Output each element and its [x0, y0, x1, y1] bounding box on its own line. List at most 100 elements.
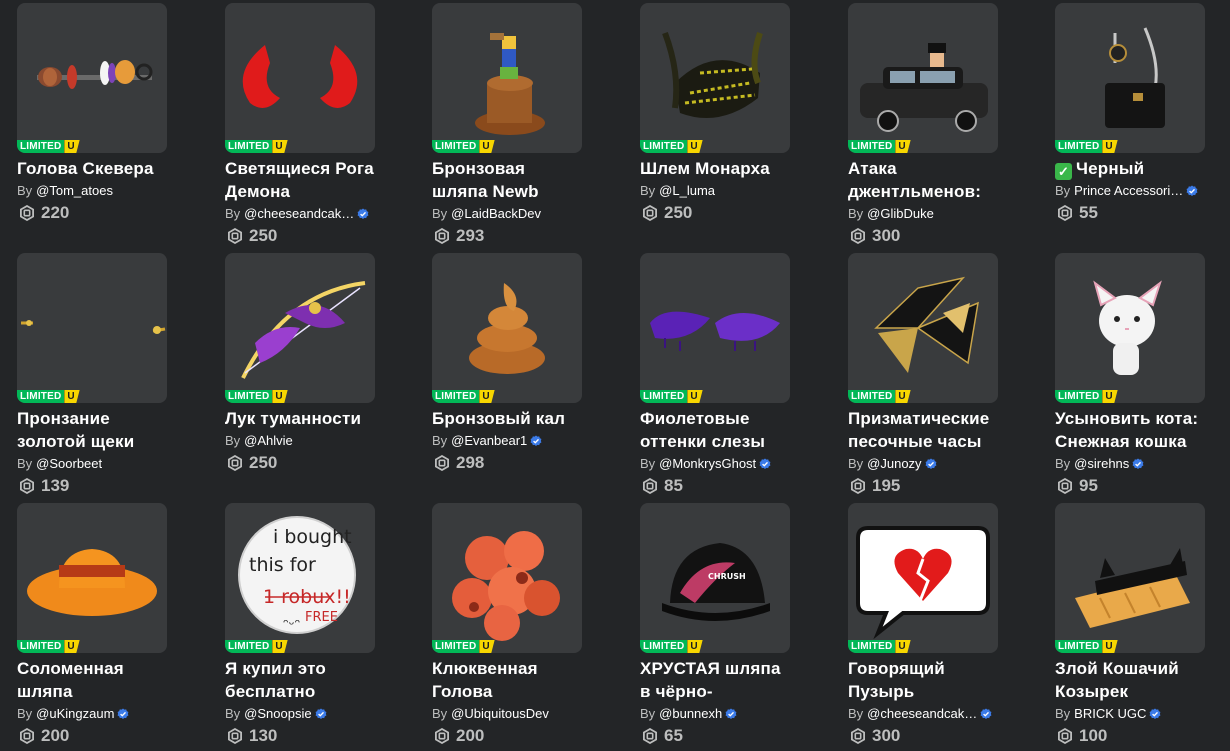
item-thumbnail[interactable]: LIMITED U [1055, 503, 1205, 653]
item-name[interactable]: Усыновить кота: Снежная кошка [1055, 407, 1205, 453]
robux-icon [434, 455, 450, 471]
catalog-item[interactable]: LIMITED U Клюквенная Голова By @Ubiquito… [432, 503, 582, 747]
catalog-item[interactable]: LIMITED U Призматические песочные часы B… [848, 253, 998, 497]
item-thumbnail[interactable]: i bought this for 1 robux!! FREE ᵔᵕᵔ LIM… [225, 503, 375, 653]
limited-badge: LIMITED U [1055, 140, 1118, 153]
item-name[interactable]: Атака джентльменов: [848, 157, 998, 203]
catalog-item[interactable]: LIMITED U Фиолетовые оттенки слезы By @M… [640, 253, 790, 497]
creator-name-link[interactable]: @Evanbear1 [451, 430, 527, 452]
item-thumbnail[interactable]: LIMITED U [432, 3, 582, 153]
item-thumbnail[interactable]: LIMITED U [17, 253, 167, 403]
item-creator: By @MonkrysGhost [640, 453, 790, 475]
catalog-item[interactable]: LIMITED U Говорящий Пузырь By @cheeseand… [848, 503, 998, 747]
item-thumbnail[interactable]: LIMITED U [225, 3, 375, 153]
nebula-bow-icon [241, 281, 366, 379]
catalog-item[interactable]: LIMITED U Пронзание золотой щеки By @Soo… [17, 253, 167, 497]
creator-name-link[interactable]: Prince Accessori… [1074, 180, 1183, 202]
item-price: 220 [17, 202, 167, 224]
item-name[interactable]: Лук туманности [225, 407, 375, 430]
creator-name-link[interactable]: @cheeseandcak… [867, 703, 977, 725]
robux-icon [850, 228, 866, 244]
item-name[interactable]: Голова Скевера [17, 157, 167, 180]
item-name[interactable]: Клюквенная Голова [432, 657, 582, 703]
verified-badge-icon [925, 458, 937, 470]
item-name[interactable]: Соломенная шляпа [17, 657, 167, 703]
item-name[interactable]: Бронзовая шляпа Newb [432, 157, 582, 203]
item-thumbnail[interactable]: LIMITED U [17, 3, 167, 153]
robux-icon [1057, 478, 1073, 494]
creator-name-link[interactable]: @UbiquitousDev [451, 703, 549, 725]
robux-icon [1057, 205, 1073, 221]
item-name[interactable]: ✓ Черный [1055, 157, 1205, 180]
item-price: 250 [225, 225, 375, 247]
item-thumbnail[interactable]: LIMITED U [848, 503, 998, 653]
creator-name-link[interactable]: @uKingzaum [36, 703, 114, 725]
catalog-grid: LIMITED U Голова Скевера By @Tom_atoes 2… [0, 0, 1230, 751]
creator-name-link[interactable]: @L_luma [659, 180, 715, 202]
limited-badge: LIMITED U [225, 390, 288, 403]
item-thumbnail[interactable]: LIMITED U [640, 253, 790, 403]
checkmark-icon: ✓ [1055, 163, 1072, 180]
item-thumbnail[interactable]: LIMITED U [640, 3, 790, 153]
catalog-item[interactable]: LIMITED U Атака джентльменов: By @GlibDu… [848, 3, 998, 247]
item-name[interactable]: Я купил это бесплатно [225, 657, 375, 703]
creator-name-link[interactable]: @Tom_atoes [36, 180, 113, 202]
svg-text:CHRUSH: CHRUSH [708, 572, 746, 581]
limited-badge: LIMITED U [17, 390, 80, 403]
catalog-item[interactable]: LIMITED U Лук туманности By @Ahlvie 250 [225, 253, 375, 474]
limited-badge: LIMITED U [17, 140, 80, 153]
item-thumbnail[interactable]: CHRUSH LIMITED U [640, 503, 790, 653]
item-thumbnail[interactable]: LIMITED U [432, 503, 582, 653]
item-thumbnail[interactable]: LIMITED U [17, 503, 167, 653]
item-name[interactable]: ХРУСТАЯ шляпа в чёрно- [640, 657, 790, 703]
item-thumbnail[interactable]: LIMITED U [1055, 3, 1205, 153]
item-name[interactable]: Злой Кошачий Козырек [1055, 657, 1205, 703]
catalog-item[interactable]: LIMITED U Светящиеся Рога Демона By @che… [225, 3, 375, 247]
creator-name-link[interactable]: @cheeseandcak… [244, 203, 354, 225]
catalog-item[interactable]: LIMITED U Голова Скевера By @Tom_atoes 2… [17, 3, 167, 224]
catalog-item[interactable]: LIMITED U Бронзовый кал By @Evanbear1 29… [432, 253, 582, 474]
item-price: 298 [432, 452, 582, 474]
catalog-item[interactable]: LIMITED U ✓ Черный By Prince Accessori… 5… [1055, 3, 1205, 224]
creator-name-link[interactable]: BRICK UGC [1074, 703, 1146, 725]
item-thumbnail[interactable]: LIMITED U [848, 253, 998, 403]
item-thumbnail[interactable]: LIMITED U [1055, 253, 1205, 403]
creator-name-link[interactable]: @Snoopsie [244, 703, 311, 725]
item-creator: By @sirehns [1055, 453, 1205, 475]
catalog-item[interactable]: LIMITED U Усыновить кота: Снежная кошка … [1055, 253, 1205, 497]
creator-name-link[interactable]: @Junozy [867, 453, 921, 475]
creator-name-link[interactable]: @MonkrysGhost [659, 453, 756, 475]
black-bag-icon [1105, 27, 1165, 128]
item-thumbnail[interactable]: LIMITED U [432, 253, 582, 403]
catalog-item[interactable]: LIMITED U Шлем Монарха By @L_luma 250 [640, 3, 790, 224]
item-price: 300 [848, 725, 998, 747]
catalog-item[interactable]: LIMITED U Злой Кошачий Козырек By BRICK … [1055, 503, 1205, 747]
item-name[interactable]: Светящиеся Рога Демона [225, 157, 375, 203]
item-name[interactable]: Бронзовый кал [432, 407, 582, 430]
bronze-poop-icon [469, 283, 545, 374]
catalog-item[interactable]: LIMITED U Бронзовая шляпа Newb By @LaidB… [432, 3, 582, 247]
limited-badge: LIMITED U [432, 390, 495, 403]
creator-name-link[interactable]: @LaidBackDev [451, 203, 541, 225]
creator-name-link[interactable]: @sirehns [1074, 453, 1129, 475]
cranberry-head-icon [452, 531, 560, 641]
item-creator: By @Ahlvie [225, 430, 375, 452]
item-thumbnail[interactable]: LIMITED U [225, 253, 375, 403]
catalog-item[interactable]: CHRUSH LIMITED U ХРУСТАЯ шляпа в чёрно- … [640, 503, 790, 747]
creator-name-link[interactable]: @bunnexh [659, 703, 722, 725]
creator-name-link[interactable]: @Soorbeet [36, 453, 102, 475]
item-name[interactable]: Призматические песочные часы [848, 407, 998, 453]
item-creator: By BRICK UGC [1055, 703, 1205, 725]
snow-cat-icon [1093, 280, 1162, 375]
catalog-item[interactable]: i bought this for 1 robux!! FREE ᵔᵕᵔ LIM… [225, 503, 375, 747]
catalog-item[interactable]: LIMITED U Соломенная шляпа By @uKingzaum… [17, 503, 167, 747]
item-name[interactable]: Пронзание золотой щеки [17, 407, 167, 453]
creator-name-link[interactable]: @GlibDuke [867, 203, 934, 225]
verified-badge-icon [530, 435, 542, 447]
item-name[interactable]: Фиолетовые оттенки слезы [640, 407, 790, 453]
item-name[interactable]: Говорящий Пузырь [848, 657, 998, 703]
item-thumbnail[interactable]: LIMITED U [848, 3, 998, 153]
crunchy-hat-icon: CHRUSH [662, 543, 770, 621]
item-name[interactable]: Шлем Монарха [640, 157, 790, 180]
creator-name-link[interactable]: @Ahlvie [244, 430, 293, 452]
